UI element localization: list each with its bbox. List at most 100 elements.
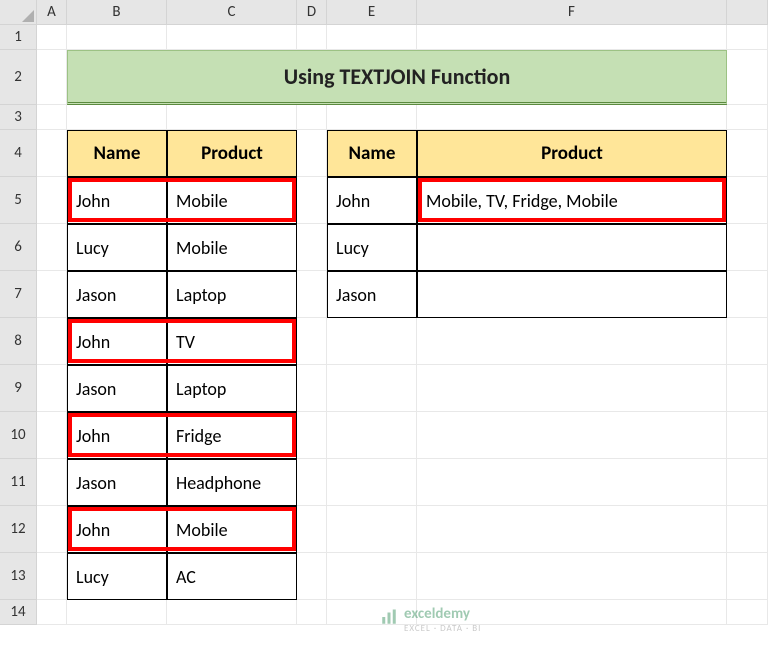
table1-product[interactable]: Mobile [167,506,297,553]
table1-name[interactable]: Jason [67,271,167,318]
table1-name[interactable]: John [67,177,167,224]
row-header-11[interactable]: 11 [0,459,37,506]
table1-product[interactable]: Headphone [167,459,297,506]
cell[interactable] [37,459,67,506]
row-header-6[interactable]: 6 [0,224,37,271]
cell[interactable] [417,365,727,412]
table2-product[interactable] [417,224,727,271]
cell[interactable] [417,506,727,553]
cell[interactable] [727,365,768,412]
row-header-9[interactable]: 9 [0,365,37,412]
cell[interactable] [297,459,327,506]
table2-product[interactable]: Mobile, TV, Fridge, Mobile [417,177,727,224]
cell[interactable] [327,25,417,50]
cell[interactable] [727,600,768,625]
cell[interactable] [327,506,417,553]
cell[interactable] [37,553,67,600]
cell[interactable] [297,130,327,177]
cell[interactable] [297,506,327,553]
cell[interactable] [297,365,327,412]
cell[interactable] [727,25,768,50]
cell[interactable] [37,365,67,412]
page-title[interactable]: Using TEXTJOIN Function [67,50,727,105]
cell[interactable] [327,365,417,412]
cell[interactable] [727,271,768,318]
cell[interactable] [727,177,768,224]
row-header-8[interactable]: 8 [0,318,37,365]
cell[interactable] [727,506,768,553]
table2-product[interactable] [417,271,727,318]
cell[interactable] [727,130,768,177]
cell[interactable] [297,600,327,625]
cell[interactable] [327,318,417,365]
cell[interactable] [67,105,167,130]
row-header-12[interactable]: 12 [0,506,37,553]
cell[interactable] [297,224,327,271]
table2-header-name[interactable]: Name [327,130,417,177]
table1-name[interactable]: John [67,506,167,553]
col-header-c[interactable]: C [167,0,297,25]
table1-header-product[interactable]: Product [167,130,297,177]
cell[interactable] [37,105,67,130]
table1-name[interactable]: John [67,318,167,365]
cell[interactable] [297,271,327,318]
col-header-d[interactable]: D [297,0,327,25]
row-header-10[interactable]: 10 [0,412,37,459]
row-header-1[interactable]: 1 [0,25,37,50]
table1-product[interactable]: Laptop [167,271,297,318]
cell[interactable] [727,224,768,271]
table1-product[interactable]: Fridge [167,412,297,459]
table1-product[interactable]: AC [167,553,297,600]
row-header-7[interactable]: 7 [0,271,37,318]
col-header-f[interactable]: F [417,0,727,25]
cell[interactable] [327,105,417,130]
table1-product[interactable]: Laptop [167,365,297,412]
row-header-5[interactable]: 5 [0,177,37,224]
table1-product[interactable]: Mobile [167,224,297,271]
cell[interactable] [727,318,768,365]
col-header-b[interactable]: B [67,0,167,25]
table1-name[interactable]: Jason [67,365,167,412]
cell[interactable] [297,412,327,459]
row-header-3[interactable]: 3 [0,105,37,130]
table1-name[interactable]: Lucy [67,553,167,600]
col-header-blank[interactable] [727,0,768,25]
table1-product[interactable]: TV [167,318,297,365]
table1-header-name[interactable]: Name [67,130,167,177]
cell[interactable] [727,459,768,506]
cell[interactable] [37,177,67,224]
cell[interactable] [417,553,727,600]
cell[interactable] [727,412,768,459]
table2-header-product[interactable]: Product [417,130,727,177]
cell[interactable] [37,600,67,625]
cell[interactable] [297,25,327,50]
cell[interactable] [37,271,67,318]
cell[interactable] [417,318,727,365]
table2-name[interactable]: John [327,177,417,224]
cell[interactable] [297,177,327,224]
row-header-13[interactable]: 13 [0,553,37,600]
cell[interactable] [327,412,417,459]
cell[interactable] [297,318,327,365]
cell[interactable] [727,105,768,130]
cell[interactable] [37,25,67,50]
row-header-14[interactable]: 14 [0,600,37,625]
cell[interactable] [37,50,67,105]
table1-product[interactable]: Mobile [167,177,297,224]
cell[interactable] [37,506,67,553]
cell[interactable] [327,553,417,600]
col-header-e[interactable]: E [327,0,417,25]
cell[interactable] [327,459,417,506]
cell[interactable] [297,553,327,600]
cell[interactable] [417,412,727,459]
cell[interactable] [417,105,727,130]
cell[interactable] [417,25,727,50]
cell[interactable] [167,600,297,625]
table2-name[interactable]: Jason [327,271,417,318]
cell[interactable] [67,25,167,50]
row-header-2[interactable]: 2 [0,50,37,105]
cell[interactable] [67,600,167,625]
cell[interactable] [167,25,297,50]
cell[interactable] [37,224,67,271]
table1-name[interactable]: Jason [67,459,167,506]
